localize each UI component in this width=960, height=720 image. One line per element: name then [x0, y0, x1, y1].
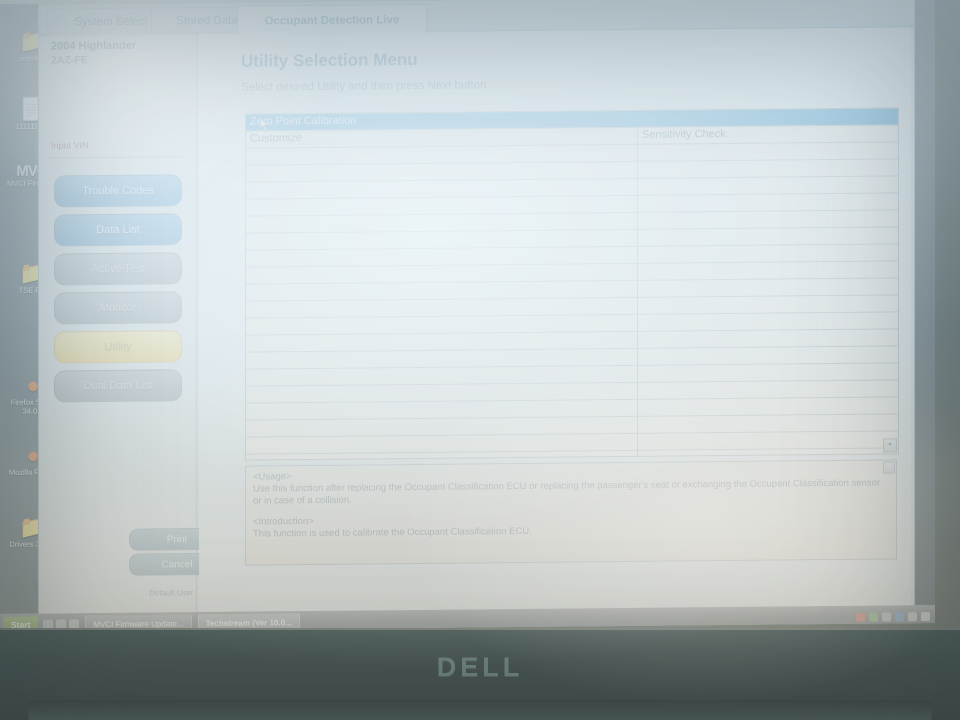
- page-title: Utility Selection Menu: [241, 49, 418, 71]
- list-scroll-down-button[interactable]: ▼: [883, 438, 897, 453]
- sidebar-item-monitor[interactable]: Monitor: [54, 291, 182, 325]
- techstream-window: System Select Stored Data Occupant Detec…: [38, 0, 915, 618]
- sidebar-item-label: Dual Data List: [83, 379, 153, 393]
- input-vin-label[interactable]: Input VIN: [51, 140, 89, 150]
- vehicle-model: 2004 Highlander: [51, 39, 136, 53]
- cancel-button-label: Cancel: [161, 558, 193, 570]
- tab-label: System Select: [74, 15, 148, 29]
- sidebar-divider: [51, 156, 183, 159]
- tray-icon[interactable]: [895, 611, 904, 621]
- list-item-label: Zero Point Calibration: [250, 114, 357, 128]
- default-user-label: Default User: [149, 588, 194, 598]
- tray-icon[interactable]: [882, 611, 891, 622]
- usage-scroll-button[interactable]: [883, 461, 895, 474]
- laptop-hinge: [28, 700, 932, 720]
- vehicle-engine: 2AZ-FE: [51, 54, 88, 67]
- main-panel: Utility Selection Menu Select desired Ut…: [199, 27, 911, 613]
- sidebar-item-label: Trouble Codes: [82, 184, 154, 198]
- list-item-label: Sensitivity Check: [642, 128, 726, 141]
- sidebar-item-label: Monitor: [99, 301, 137, 315]
- sidebar-item-data-list[interactable]: Data List: [54, 213, 182, 247]
- utility-list[interactable]: Zero Point Calibration Customize Sensiti…: [245, 107, 899, 461]
- print-button-label: Print: [166, 533, 188, 545]
- page-instruction: Select desired Utility and then press Ne…: [241, 79, 490, 94]
- tab-label: Stored Data: [176, 14, 238, 28]
- laptop-photo: 📁 ...erestub... 📄 111111.d... MVCI MVCI …: [0, 0, 960, 720]
- sidebar-item-label: Utility: [104, 340, 132, 353]
- tray-icon[interactable]: [921, 611, 930, 621]
- tray-icon[interactable]: [856, 612, 865, 622]
- sidebar-item-dual-data-list[interactable]: Dual Data List: [54, 369, 182, 403]
- sidebar: 2004 Highlander 2AZ-FE Input VIN Trouble…: [41, 34, 197, 614]
- tray-icon[interactable]: [908, 611, 917, 621]
- dell-logo: DELL: [436, 652, 524, 682]
- tab-occupant-detection-live[interactable]: Occupant Detection Live: [237, 3, 427, 36]
- tab-label: Occupant Detection Live: [264, 13, 400, 27]
- tray-icon[interactable]: [869, 612, 878, 622]
- sidebar-item-active-test[interactable]: Active Test: [54, 252, 182, 286]
- sidebar-item-trouble-codes[interactable]: Trouble Codes: [54, 174, 182, 208]
- taskbar-item-label: Techstream (Ver 10.0...: [205, 617, 292, 628]
- sidebar-item-utility[interactable]: Utility: [54, 330, 182, 364]
- laptop-screen: 📁 ...erestub... 📄 111111.d... MVCI MVCI …: [0, 0, 935, 633]
- system-tray: [856, 611, 935, 622]
- sidebar-item-label: Active Test: [91, 262, 145, 276]
- usage-description-box: <Usage> Use this function after replacin…: [245, 459, 897, 566]
- sidebar-item-label: Data List: [96, 223, 140, 237]
